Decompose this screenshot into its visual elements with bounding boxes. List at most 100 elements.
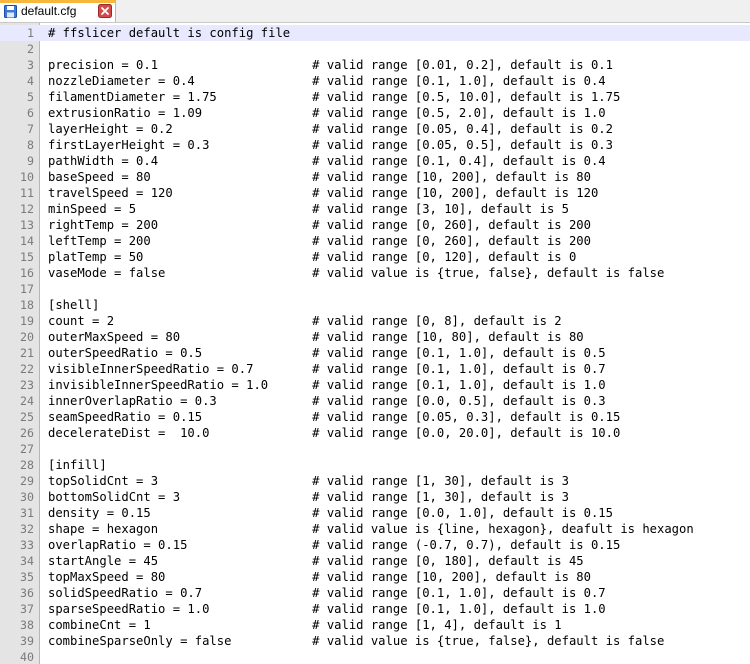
line-text[interactable]: [shell] bbox=[48, 297, 99, 313]
code-line[interactable]: 39 combineSparseOnly = false # valid valu… bbox=[0, 633, 750, 649]
line-text[interactable]: nozzleDiameter = 0.4 # valid range [0.1,… bbox=[48, 73, 606, 89]
code-line[interactable]: 36 solidSpeedRatio = 0.7 # valid range [0… bbox=[0, 585, 750, 601]
code-line[interactable]: 13 rightTemp = 200 # valid range [0, 260]… bbox=[0, 217, 750, 233]
code-line[interactable]: 8 firstLayerHeight = 0.3 # valid range [0… bbox=[0, 137, 750, 153]
code-line[interactable]: 18 [shell] bbox=[0, 297, 750, 313]
line-number: 26 bbox=[20, 426, 34, 440]
line-text[interactable]: bottomSolidCnt = 3 # valid range [1, 30]… bbox=[48, 489, 569, 505]
line-text[interactable]: overlapRatio = 0.15 # valid range (-0.7,… bbox=[48, 537, 620, 553]
line-text[interactable]: vaseMode = false # valid value is {true,… bbox=[48, 265, 664, 281]
code-line[interactable]: 2 bbox=[0, 41, 750, 57]
line-text[interactable]: [infill] bbox=[48, 457, 107, 473]
text-editor[interactable]: 1 # ffslicer default is config file 2 3 prec… bbox=[0, 23, 750, 664]
code-line[interactable]: 31 density = 0.15 # valid range [0.0, 1.0… bbox=[0, 505, 750, 521]
line-number: 13 bbox=[20, 218, 34, 232]
code-line[interactable]: 14 leftTemp = 200 # valid range [0, 260],… bbox=[0, 233, 750, 249]
code-line[interactable]: 6 extrusionRatio = 1.09 # valid range [0.… bbox=[0, 105, 750, 121]
code-line[interactable]: 10 baseSpeed = 80 # valid range [10, 200]… bbox=[0, 169, 750, 185]
line-text[interactable]: firstLayerHeight = 0.3 # valid range [0.… bbox=[48, 137, 613, 153]
code-line[interactable]: 21 outerSpeedRatio = 0.5 # valid range [0… bbox=[0, 345, 750, 361]
line-text[interactable]: startAngle = 45 # valid range [0, 180], … bbox=[48, 553, 584, 569]
line-number: 33 bbox=[20, 538, 34, 552]
code-line[interactable]: 20 outerMaxSpeed = 80 # valid range [10, … bbox=[0, 329, 750, 345]
line-text[interactable]: topSolidCnt = 3 # valid range [1, 30], d… bbox=[48, 473, 569, 489]
code-line[interactable]: 19 count = 2 # valid range [0, 8], defaul… bbox=[0, 313, 750, 329]
line-text[interactable]: count = 2 # valid range [0, 8], default … bbox=[48, 313, 562, 329]
code-line[interactable]: 7 layerHeight = 0.2 # valid range [0.05, … bbox=[0, 121, 750, 137]
line-number: 35 bbox=[20, 570, 34, 584]
line-number: 27 bbox=[20, 442, 34, 456]
code-line[interactable]: 34 startAngle = 45 # valid range [0, 180]… bbox=[0, 553, 750, 569]
line-number: 8 bbox=[27, 138, 34, 152]
code-line[interactable]: 17 bbox=[0, 281, 750, 297]
line-text[interactable]: platTemp = 50 # valid range [0, 120], de… bbox=[48, 249, 576, 265]
line-text[interactable]: rightTemp = 200 # valid range [0, 260], … bbox=[48, 217, 591, 233]
save-icon bbox=[4, 4, 17, 18]
line-number: 30 bbox=[20, 490, 34, 504]
line-text[interactable]: visibleInnerSpeedRatio = 0.7 # valid ran… bbox=[48, 361, 606, 377]
code-line[interactable]: 26 decelerateDist = 10.0 # valid range [0… bbox=[0, 425, 750, 441]
line-text[interactable]: invisibleInnerSpeedRatio = 1.0 # valid r… bbox=[48, 377, 606, 393]
line-text[interactable]: combineCnt = 1 # valid range [1, 4], def… bbox=[48, 617, 562, 633]
code-line[interactable]: 37 sparseSpeedRatio = 1.0 # valid range [… bbox=[0, 601, 750, 617]
line-text[interactable]: shape = hexagon # valid value is {line, … bbox=[48, 521, 694, 537]
line-text[interactable]: outerMaxSpeed = 80 # valid range [10, 80… bbox=[48, 329, 584, 345]
line-text[interactable]: minSpeed = 5 # valid range [3, 10], defa… bbox=[48, 201, 569, 217]
line-number: 21 bbox=[20, 346, 34, 360]
code-line[interactable]: 24 innerOverlapRatio = 0.3 # valid range … bbox=[0, 393, 750, 409]
line-text[interactable]: travelSpeed = 120 # valid range [10, 200… bbox=[48, 185, 598, 201]
line-text[interactable]: innerOverlapRatio = 0.3 # valid range [0… bbox=[48, 393, 606, 409]
line-text[interactable]: filamentDiameter = 1.75 # valid range [0… bbox=[48, 89, 620, 105]
tab-active-accent bbox=[0, 0, 116, 3]
line-number: 16 bbox=[20, 266, 34, 280]
code-line[interactable]: 33 overlapRatio = 0.15 # valid range (-0.… bbox=[0, 537, 750, 553]
line-text[interactable]: baseSpeed = 80 # valid range [10, 200], … bbox=[48, 169, 591, 185]
line-text[interactable]: outerSpeedRatio = 0.5 # valid range [0.1… bbox=[48, 345, 606, 361]
line-text[interactable]: density = 0.15 # valid range [0.0, 1.0],… bbox=[48, 505, 613, 521]
code-line[interactable]: 16 vaseMode = false # valid value is {tru… bbox=[0, 265, 750, 281]
code-line[interactable]: 9 pathWidth = 0.4 # valid range [0.1, 0.4… bbox=[0, 153, 750, 169]
code-line[interactable]: 11 travelSpeed = 120 # valid range [10, 2… bbox=[0, 185, 750, 201]
code-line[interactable]: 25 seamSpeedRatio = 0.15 # valid range [0… bbox=[0, 409, 750, 425]
close-icon[interactable] bbox=[98, 4, 112, 18]
line-number: 25 bbox=[20, 410, 34, 424]
line-text[interactable]: sparseSpeedRatio = 1.0 # valid range [0.… bbox=[48, 601, 606, 617]
code-line[interactable]: 4 nozzleDiameter = 0.4 # valid range [0.1… bbox=[0, 73, 750, 89]
line-text[interactable]: decelerateDist = 10.0 # valid range [0.0… bbox=[48, 425, 620, 441]
line-text[interactable]: pathWidth = 0.4 # valid range [0.1, 0.4]… bbox=[48, 153, 606, 169]
line-number: 1 bbox=[27, 26, 34, 40]
line-text[interactable]: extrusionRatio = 1.09 # valid range [0.5… bbox=[48, 105, 606, 121]
code-line[interactable]: 35 topMaxSpeed = 80 # valid range [10, 20… bbox=[0, 569, 750, 585]
code-line[interactable]: 30 bottomSolidCnt = 3 # valid range [1, 3… bbox=[0, 489, 750, 505]
code-line[interactable]: 15 platTemp = 50 # valid range [0, 120], … bbox=[0, 249, 750, 265]
line-number: 6 bbox=[27, 106, 34, 120]
code-line[interactable]: 23 invisibleInnerSpeedRatio = 1.0 # valid… bbox=[0, 377, 750, 393]
code-line[interactable]: 38 combineCnt = 1 # valid range [1, 4], d… bbox=[0, 617, 750, 633]
tab-title: default.cfg bbox=[21, 4, 77, 18]
line-number: 7 bbox=[27, 122, 34, 136]
line-text[interactable]: topMaxSpeed = 80 # valid range [10, 200]… bbox=[48, 569, 591, 585]
code-line[interactable]: 1 # ffslicer default is config file bbox=[0, 25, 750, 41]
code-line[interactable]: 22 visibleInnerSpeedRatio = 0.7 # valid r… bbox=[0, 361, 750, 377]
line-number: 39 bbox=[20, 634, 34, 648]
line-text[interactable]: seamSpeedRatio = 0.15 # valid range [0.0… bbox=[48, 409, 620, 425]
line-text[interactable]: solidSpeedRatio = 0.7 # valid range [0.1… bbox=[48, 585, 606, 601]
line-text[interactable]: combineSparseOnly = false # valid value … bbox=[48, 633, 664, 649]
line-number: 19 bbox=[20, 314, 34, 328]
code-line[interactable]: 32 shape = hexagon # valid value is {line… bbox=[0, 521, 750, 537]
code-line[interactable]: 40 bbox=[0, 649, 750, 664]
code-line[interactable]: 28 [infill] bbox=[0, 457, 750, 473]
line-text[interactable]: leftTemp = 200 # valid range [0, 260], d… bbox=[48, 233, 591, 249]
code-line[interactable]: 29 topSolidCnt = 3 # valid range [1, 30],… bbox=[0, 473, 750, 489]
code-line[interactable]: 3 precision = 0.1 # valid range [0.01, 0.… bbox=[0, 57, 750, 73]
line-number: 22 bbox=[20, 362, 34, 376]
code-line[interactable]: 12 minSpeed = 5 # valid range [3, 10], de… bbox=[0, 201, 750, 217]
line-number: 3 bbox=[27, 58, 34, 72]
code-line[interactable]: 27 bbox=[0, 441, 750, 457]
tab-default-cfg[interactable]: default.cfg bbox=[0, 0, 116, 22]
line-text[interactable]: layerHeight = 0.2 # valid range [0.05, 0… bbox=[48, 121, 613, 137]
code-line[interactable]: 5 filamentDiameter = 1.75 # valid range [… bbox=[0, 89, 750, 105]
line-number: 4 bbox=[27, 74, 34, 88]
line-text[interactable]: # ffslicer default is config file bbox=[48, 25, 290, 41]
line-text[interactable]: precision = 0.1 # valid range [0.01, 0.2… bbox=[48, 57, 613, 73]
